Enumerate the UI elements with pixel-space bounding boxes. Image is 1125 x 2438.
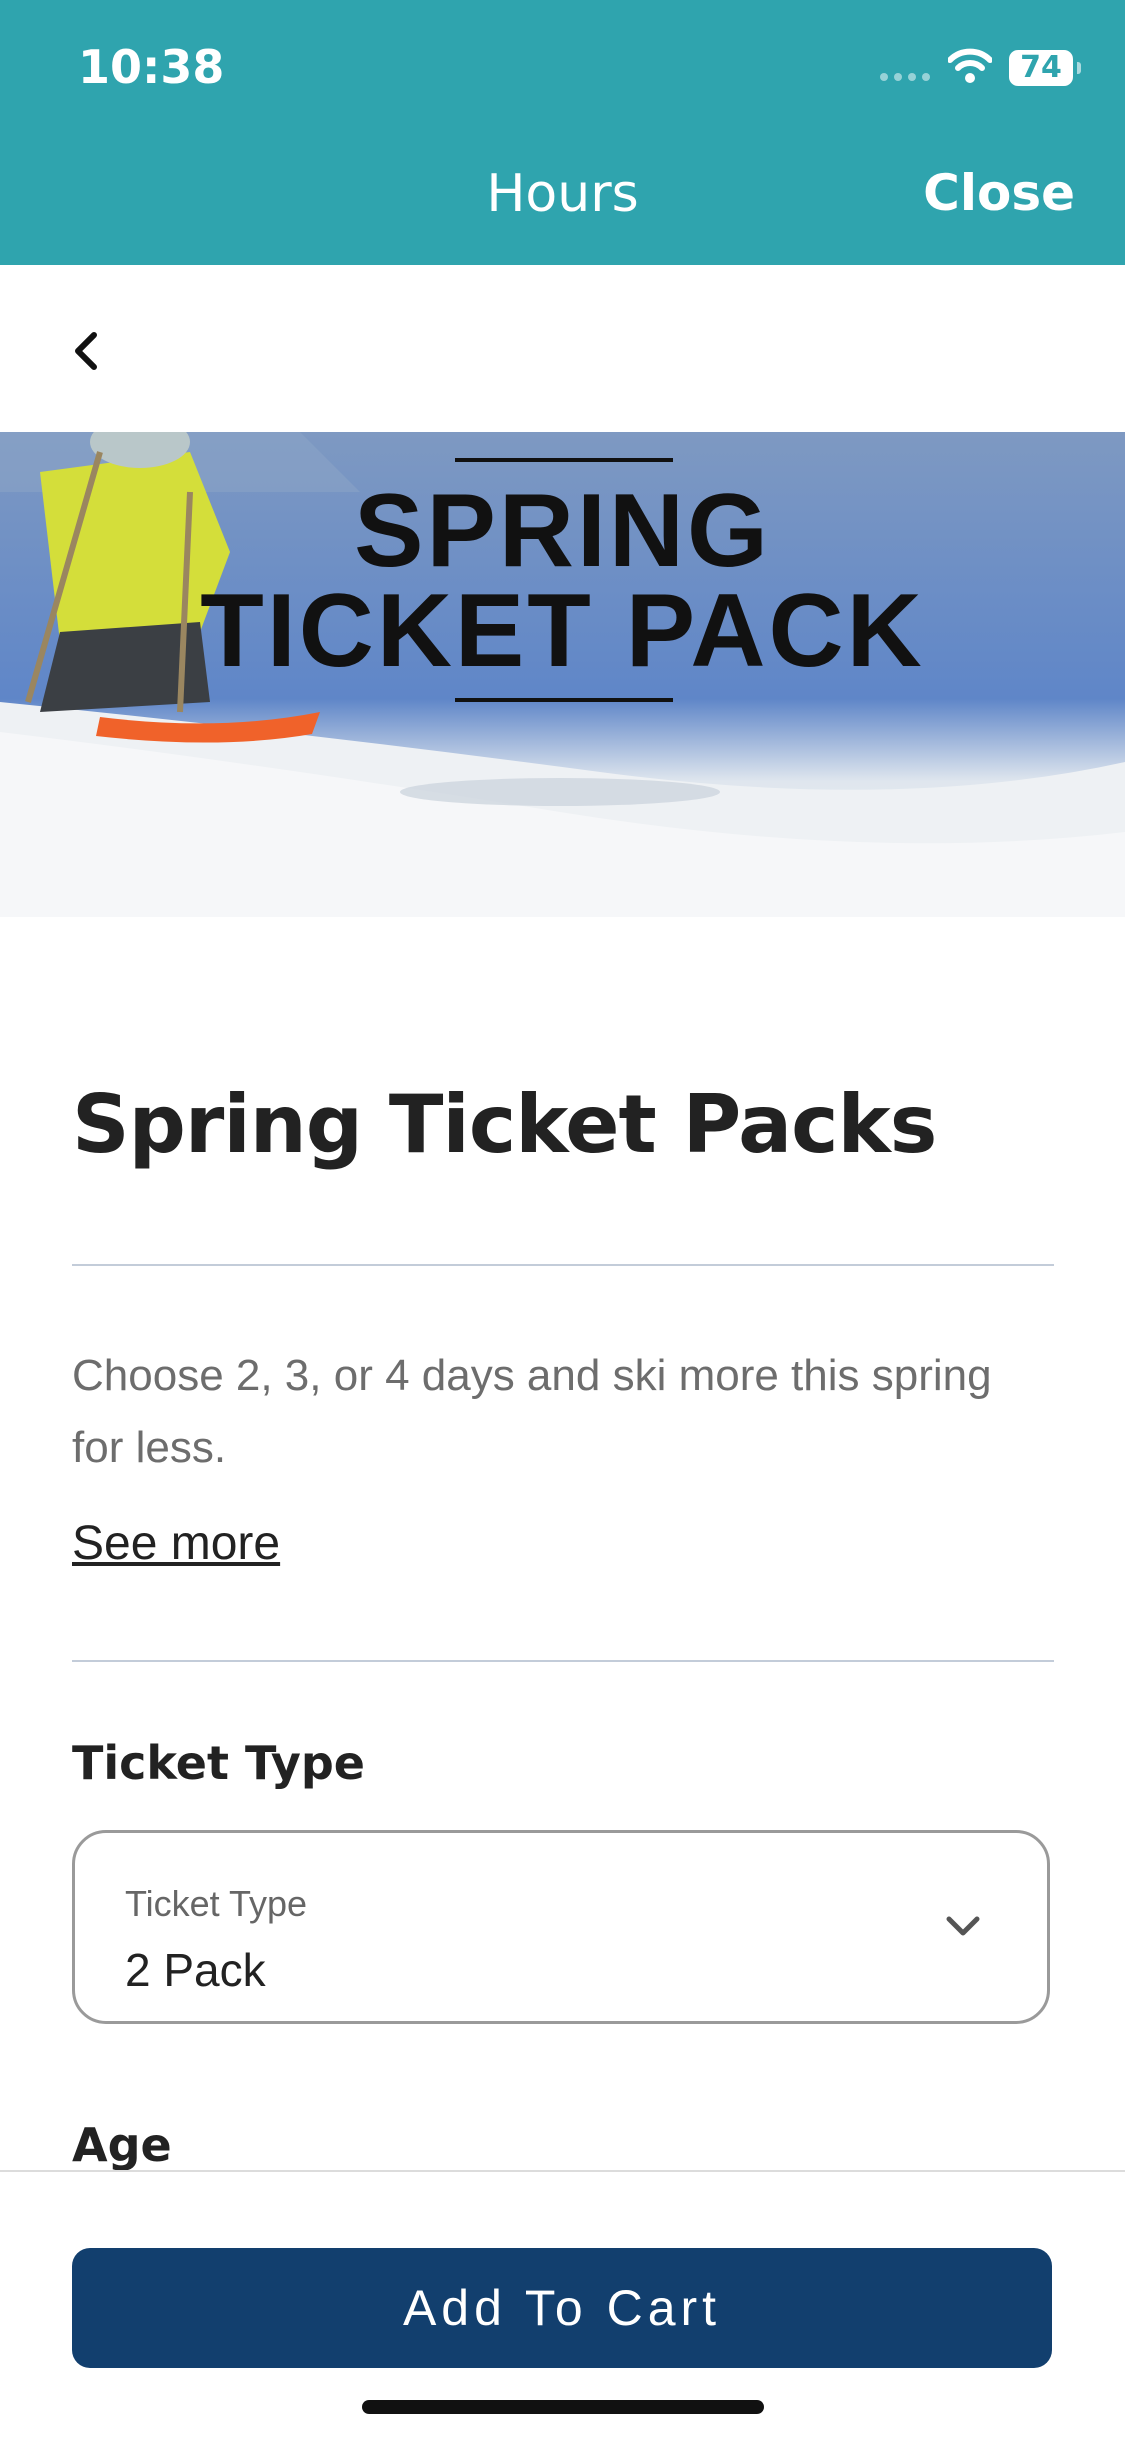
footer-bar: Add To Cart bbox=[0, 2170, 1125, 2438]
battery-icon: 74 bbox=[1009, 50, 1081, 86]
home-indicator bbox=[362, 2400, 764, 2414]
product-title: Spring Ticket Packs bbox=[72, 1078, 937, 1171]
add-to-cart-button[interactable]: Add To Cart bbox=[72, 2248, 1052, 2368]
see-more-link[interactable]: See more bbox=[72, 1516, 280, 1571]
ticket-type-field-label: Ticket Type bbox=[125, 1883, 308, 1924]
chevron-down-icon bbox=[946, 1916, 980, 1936]
wifi-icon bbox=[948, 48, 992, 83]
status-time: 10:38 bbox=[78, 40, 225, 94]
ticket-type-select[interactable]: Ticket Type 2 Pack bbox=[72, 1830, 1050, 2024]
close-button[interactable]: Close bbox=[923, 164, 1075, 222]
product-description: Choose 2, 3, or 4 days and ski more this… bbox=[72, 1351, 992, 1472]
app-header: 10:38 74 Hours Close bbox=[0, 0, 1125, 265]
banner-heading-line2: TICKET PACK bbox=[200, 573, 925, 689]
banner-rule-top bbox=[455, 458, 673, 462]
ticket-type-value: 2 Pack bbox=[125, 1944, 266, 1996]
age-section-label: Age bbox=[72, 2118, 172, 2172]
banner-rule-bottom bbox=[455, 698, 673, 702]
ticket-type-section-label: Ticket Type bbox=[72, 1736, 366, 1790]
divider bbox=[72, 1660, 1054, 1662]
divider bbox=[72, 1264, 1054, 1266]
promo-banner-image: SPRING TICKET PACK bbox=[0, 432, 1125, 917]
back-bar bbox=[0, 265, 1125, 432]
back-arrow-icon[interactable] bbox=[62, 323, 110, 379]
cellular-signal-icon bbox=[880, 68, 936, 86]
